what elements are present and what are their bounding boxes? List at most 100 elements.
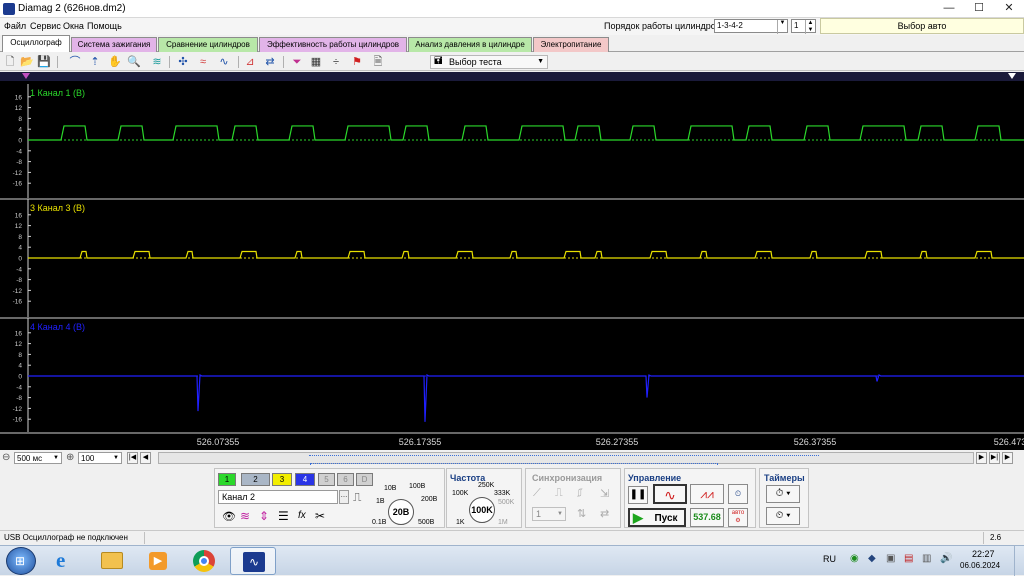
auto-run-button[interactable]: авто ⚙ bbox=[728, 508, 748, 527]
tab-cylinder-compare[interactable]: Сравнение цилиндров bbox=[158, 37, 258, 52]
scroll-start-button[interactable]: |◀ bbox=[127, 452, 138, 464]
menu-windows[interactable]: Окна bbox=[63, 21, 84, 31]
show-desktop-button[interactable] bbox=[1014, 546, 1024, 576]
cylinder-spinner[interactable]: 1 ▲ ▼ bbox=[791, 19, 816, 34]
divide-icon[interactable]: ÷ bbox=[329, 55, 343, 69]
menu-file[interactable]: Файл bbox=[4, 21, 26, 31]
voltage-knob[interactable]: 20В bbox=[388, 499, 414, 525]
language-indicator[interactable]: RU bbox=[823, 554, 836, 564]
taskbar-diamag[interactable]: ∿ bbox=[230, 547, 276, 575]
ratio-icon[interactable]: ⊿ bbox=[243, 55, 257, 69]
reference-icon[interactable]: ≋ bbox=[150, 55, 164, 69]
taskbar-ie[interactable]: e bbox=[46, 547, 86, 575]
timer-2-button[interactable]: ⏲ ▾ bbox=[766, 507, 800, 525]
close-button[interactable]: ✕ bbox=[994, 0, 1024, 18]
tab-oscilloscope[interactable]: Осциллограф bbox=[2, 35, 70, 52]
tray-icon[interactable]: ◉ bbox=[850, 553, 859, 564]
volume-icon[interactable]: 🔊 bbox=[940, 553, 952, 564]
tray-icon[interactable]: ▤ bbox=[904, 553, 913, 564]
tab-ignition[interactable]: Система зажигания bbox=[71, 37, 157, 52]
sine-mode-button[interactable]: ∿ bbox=[653, 484, 687, 504]
menu-help[interactable]: Помощь bbox=[87, 21, 122, 31]
maximize-button[interactable]: ☐ bbox=[964, 0, 994, 18]
sync-level-icon[interactable]: ⇅ bbox=[577, 507, 586, 520]
zoom-icon[interactable]: 🔍 bbox=[127, 55, 141, 69]
channel-button-4[interactable]: 4 bbox=[295, 473, 315, 486]
network-icon[interactable]: ▥ bbox=[922, 553, 931, 564]
filter-icon[interactable]: ⏷ bbox=[290, 55, 304, 69]
start-button[interactable]: ▶ Пуск bbox=[628, 508, 686, 527]
tab-power-supply[interactable]: Электропитание bbox=[533, 37, 609, 52]
save-icon[interactable]: 💾 bbox=[37, 55, 51, 69]
pulse-mode-button[interactable]: ⩘⩘ bbox=[690, 484, 724, 504]
scroll-left-button[interactable]: ◀ bbox=[140, 452, 151, 464]
frequency-knob[interactable]: 100K bbox=[469, 497, 495, 523]
play-scroll-button[interactable]: ▶ bbox=[1002, 452, 1013, 464]
fit-icon[interactable]: ✣ bbox=[176, 55, 190, 69]
tray-icon[interactable]: ◆ bbox=[868, 553, 876, 564]
function-icon[interactable]: fx bbox=[298, 510, 306, 521]
table-icon[interactable]: ▦ bbox=[309, 55, 323, 69]
tools-icon[interactable]: ✂ bbox=[315, 509, 325, 523]
channel-button-2[interactable]: 2 bbox=[241, 473, 270, 486]
channel-button-1[interactable]: 1 bbox=[218, 473, 236, 486]
y-tick-label: 8 bbox=[18, 352, 22, 359]
marker-flag-icon[interactable]: ⚑ bbox=[350, 55, 364, 69]
sync-rise-icon[interactable]: ⟋ bbox=[533, 487, 541, 500]
sync-channel-select[interactable]: 1 ▼ bbox=[532, 507, 566, 521]
menu-service[interactable]: Сервис bbox=[30, 21, 61, 31]
hand-tool-icon[interactable]: ✋ bbox=[108, 55, 122, 69]
y-tick-label: 0 bbox=[18, 256, 22, 263]
invert-icon[interactable]: ⇕ bbox=[259, 509, 269, 523]
sync-icon[interactable]: ⇄ bbox=[263, 55, 277, 69]
minimize-button[interactable]: — bbox=[934, 0, 964, 18]
channel-button-D[interactable]: D bbox=[356, 473, 373, 486]
new-file-icon[interactable]: 🗋 bbox=[3, 55, 17, 69]
timer-1-button[interactable]: ⏱ ▾ bbox=[766, 485, 800, 503]
tray-icon[interactable]: ▣ bbox=[886, 553, 895, 564]
channel-label: 1 Канал 1 (В) bbox=[30, 88, 85, 98]
channel-menu-button[interactable]: … bbox=[339, 490, 349, 504]
cursor-peak-icon[interactable]: ⌒ bbox=[68, 55, 82, 69]
auto-mode-button[interactable]: ⏲ bbox=[728, 484, 748, 504]
y-tick-label: 12 bbox=[15, 341, 23, 348]
spectrum-icon[interactable]: ∿ bbox=[217, 55, 231, 69]
y-tick-label: -4 bbox=[16, 148, 22, 155]
channel-name-field[interactable]: Канал 2 bbox=[218, 490, 338, 504]
taskbar-chrome[interactable] bbox=[183, 547, 223, 575]
waves-icon[interactable]: ≈ bbox=[196, 55, 210, 69]
lines-icon[interactable]: ☰ bbox=[278, 509, 289, 523]
waveform-icon[interactable]: ≋ bbox=[240, 509, 250, 523]
sync-shift-icon[interactable]: ⇄ bbox=[600, 507, 609, 520]
test-select[interactable]: 🖬 Выбор теста ▼ bbox=[430, 55, 548, 69]
cylinder-order-select[interactable]: 1-3-4-2 ▼ bbox=[714, 19, 788, 34]
y-tick-label: -8 bbox=[16, 277, 22, 284]
sync-pulse-icon[interactable]: ⎍ bbox=[555, 487, 563, 500]
timebase-select[interactable]: 500 мс ▼ bbox=[14, 452, 62, 464]
taskbar-explorer[interactable] bbox=[91, 547, 131, 575]
sync-fall-icon[interactable]: ⎎ bbox=[577, 487, 583, 500]
sync-auto-icon[interactable]: ⇲ bbox=[600, 487, 609, 500]
probe-icon[interactable]: ⎍ bbox=[353, 490, 361, 505]
tab-cylinder-efficiency[interactable]: Эффективность работы цилиндров bbox=[259, 37, 407, 52]
chevron-down-icon: ▼ bbox=[537, 58, 544, 65]
zoom-select[interactable]: 100 ▼ bbox=[78, 452, 122, 464]
document-icon[interactable]: 🗎 bbox=[371, 55, 385, 69]
scroll-end-button[interactable]: ▶| bbox=[989, 452, 1000, 464]
scrollbar-thumb[interactable] bbox=[309, 455, 819, 461]
eye-icon[interactable]: 👁 bbox=[222, 510, 236, 523]
channel-button-5[interactable]: 5 bbox=[318, 473, 335, 486]
taskbar-media[interactable]: ▶ bbox=[137, 547, 177, 575]
windows-logo-icon: ⊞ bbox=[15, 554, 26, 568]
cursor-measure-icon[interactable]: ⇡ bbox=[88, 55, 102, 69]
tab-cylinder-pressure[interactable]: Анализ давления в цилиндре bbox=[408, 37, 532, 52]
status-panel bbox=[144, 532, 984, 544]
oscilloscope-area[interactable]: 16 12 8 4 0 -4 -8 -12 -16 1 Канал 1 (В) 16 12 8 4 0 -4 -… bbox=[0, 72, 1024, 450]
auto-select-button[interactable]: Выбор авто bbox=[820, 18, 1024, 34]
start-button[interactable]: ⊞ bbox=[6, 547, 36, 575]
scroll-right-button[interactable]: ▶ bbox=[976, 452, 987, 464]
pause-button[interactable]: ❚❚ bbox=[628, 486, 648, 504]
open-folder-icon[interactable]: 📂 bbox=[20, 55, 34, 69]
channel-button-3[interactable]: 3 bbox=[272, 473, 292, 486]
channel-button-6[interactable]: 6 bbox=[337, 473, 354, 486]
